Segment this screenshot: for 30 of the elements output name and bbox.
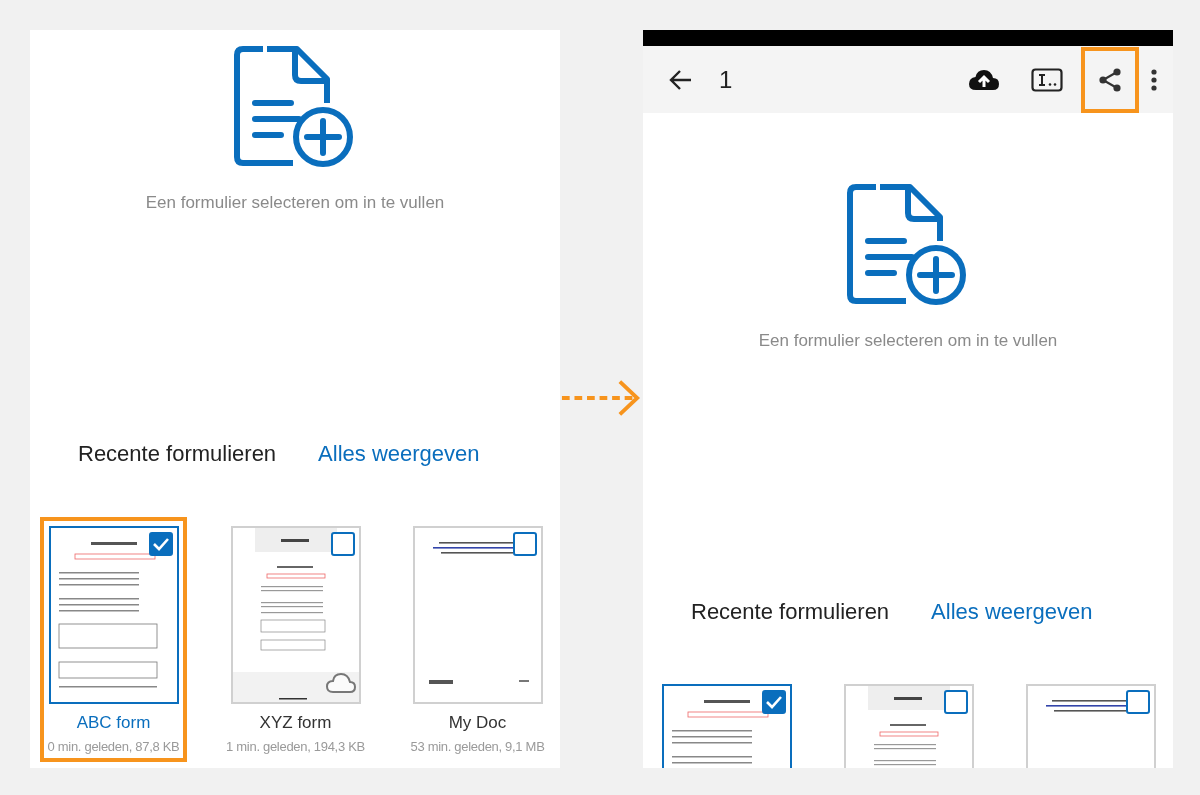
form-card[interactable]: My Doc 53 min. geleden, 9,1 MB <box>404 517 551 762</box>
form-card[interactable]: XYZ form 1 min. geleden, 194,3 KB <box>222 517 369 762</box>
text-field-icon <box>1031 67 1063 92</box>
checkbox[interactable] <box>1125 690 1150 714</box>
share-button[interactable] <box>1081 46 1139 113</box>
empty-state-message: Een formulier selecteren om in te vullen <box>145 193 445 213</box>
more-icon <box>1151 67 1157 92</box>
checkbox[interactable] <box>943 690 968 714</box>
page-number: 1 <box>719 65 733 94</box>
show-all-link[interactable]: Alles weergeven <box>931 599 1093 625</box>
checkmark-icon <box>764 695 783 709</box>
checkbox[interactable] <box>512 532 537 556</box>
form-details: 53 min. geleden, 9,1 MB <box>410 739 545 754</box>
form-details: 0 min. geleden, 87,8 KB <box>47 739 180 754</box>
back-arrow-icon[interactable] <box>669 68 693 91</box>
form-title: ABC form <box>76 713 151 733</box>
checkbox[interactable] <box>761 690 786 714</box>
form-card[interactable]: ABC form 0 min. geleden, 87,8 KB <box>40 517 187 762</box>
checkbox[interactable] <box>148 532 173 556</box>
share-icon <box>1097 66 1123 93</box>
form-title: My Doc <box>448 713 507 733</box>
show-all-link[interactable]: Alles weergeven <box>318 441 480 467</box>
form-title: XYZ form <box>259 713 332 733</box>
form-details: 1 min. geleden, 194,3 KB <box>226 739 365 754</box>
checkmark-icon <box>151 537 170 551</box>
section-title: Recente formulieren <box>691 599 890 625</box>
checkbox[interactable] <box>330 532 355 556</box>
section-title: Recente formulieren <box>78 441 277 467</box>
empty-state-message: Een formulier selecteren om in te vullen <box>758 331 1058 351</box>
cloud-upload-icon <box>968 68 1000 91</box>
